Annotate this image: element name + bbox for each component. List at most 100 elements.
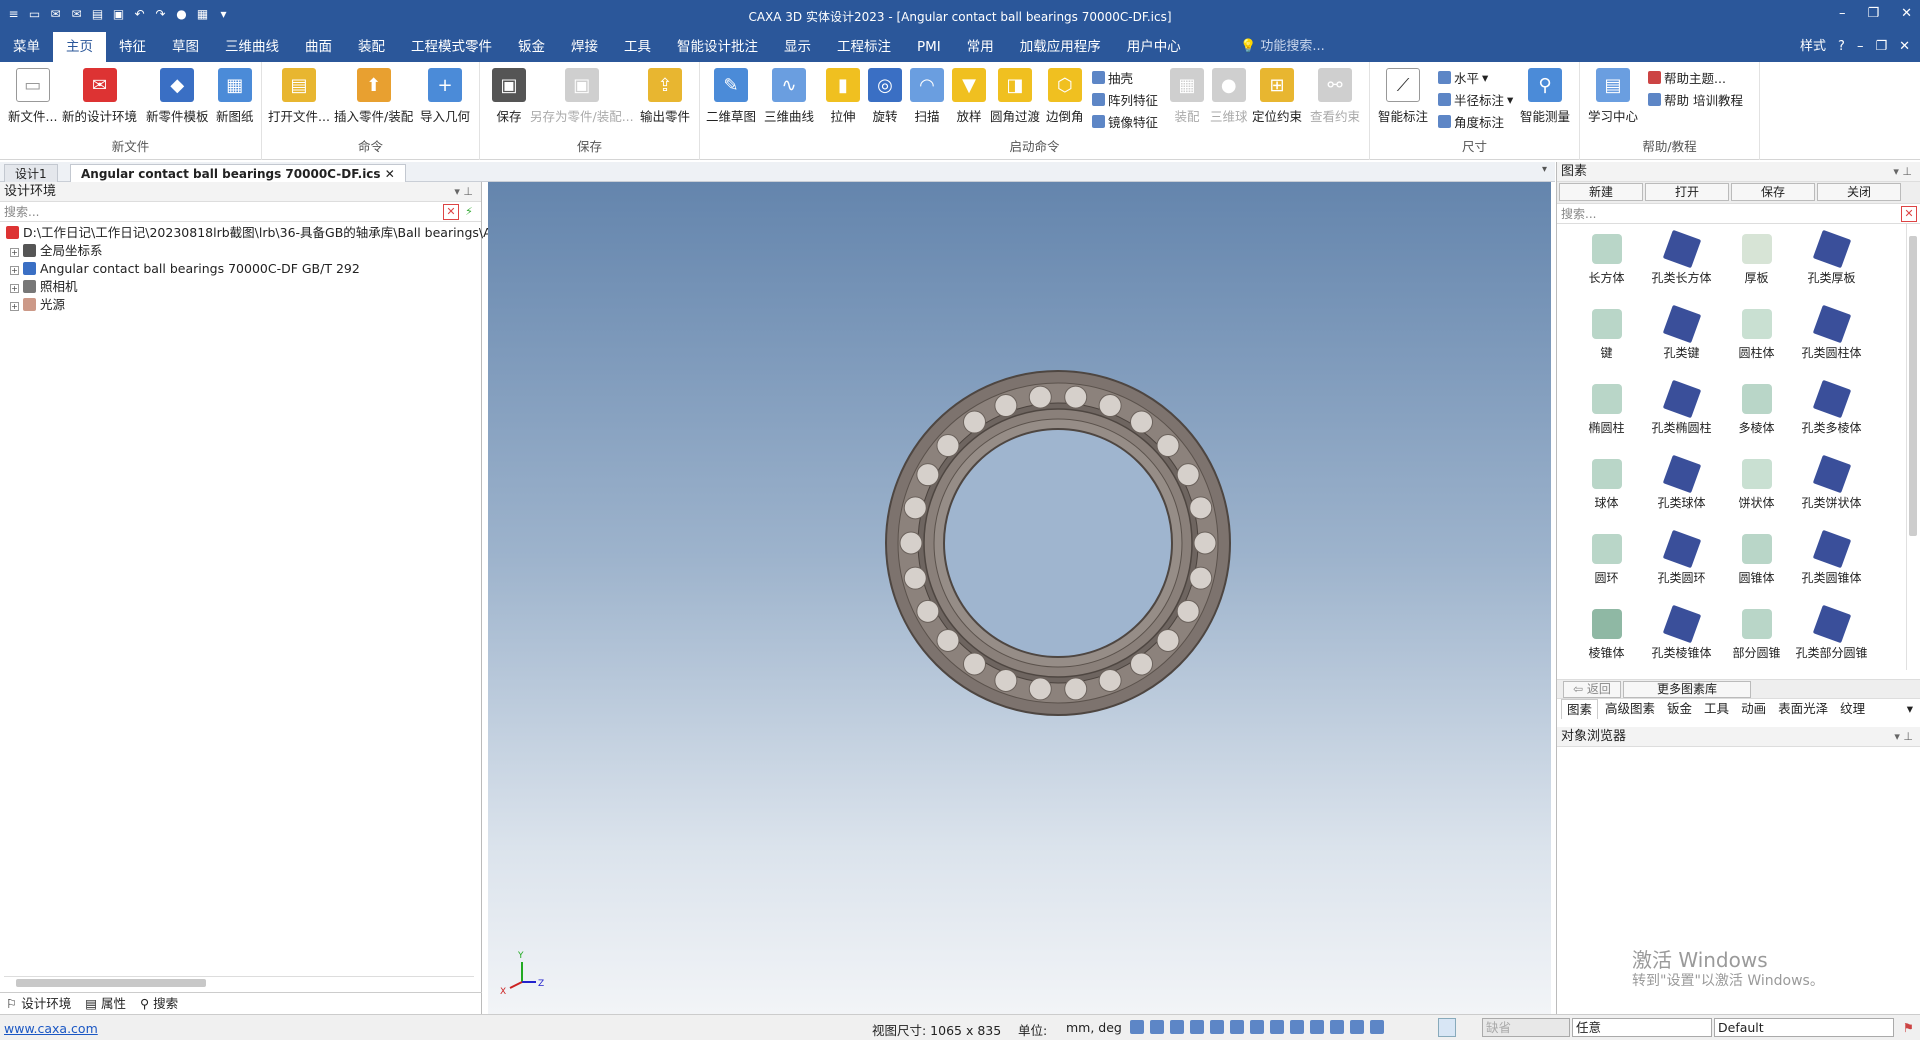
menu-tab[interactable]: 主页 xyxy=(53,32,106,62)
new-part-template-button[interactable]: ◆ 新零件模板 xyxy=(146,68,209,125)
expand-icon[interactable]: + xyxy=(10,302,19,311)
library-item[interactable]: 棱锥体 xyxy=(1569,609,1644,684)
library-item[interactable]: 孔类椭圆柱 xyxy=(1644,379,1719,459)
tab-properties[interactable]: ▤ 属性 xyxy=(85,993,126,1014)
library-item[interactable]: 键 xyxy=(1569,309,1644,384)
library-item[interactable]: 圆环 xyxy=(1569,534,1644,609)
help-icon[interactable]: ? xyxy=(1838,32,1845,62)
pin-icon[interactable]: ▾ ⊥ xyxy=(454,182,473,202)
library-tab[interactable]: 图素 xyxy=(1561,699,1599,719)
library-item[interactable]: 多棱体 xyxy=(1719,384,1794,459)
import-geometry-button[interactable]: + 导入几何 xyxy=(420,68,470,125)
clear-search-icon[interactable]: ✕ xyxy=(1901,206,1917,222)
grid-icon[interactable] xyxy=(1350,1020,1364,1034)
horizontal-dim-button[interactable]: 水平 ▾ xyxy=(1438,68,1488,87)
restore-icon[interactable]: ❐ xyxy=(1867,6,1879,21)
expand-icon[interactable]: + xyxy=(10,266,19,275)
feature-search[interactable]: 💡 功能搜索... xyxy=(1240,32,1325,62)
menu-tab[interactable]: 常用 xyxy=(954,32,1007,62)
learning-center-button[interactable]: ▤ 学习中心 xyxy=(1588,68,1638,125)
library-item[interactable]: 圆柱体 xyxy=(1719,309,1794,384)
close-icon[interactable]: ✕ xyxy=(1901,6,1912,21)
sketch-2d-button[interactable]: ✎ 二维草图 xyxy=(706,68,756,125)
menu-tab[interactable]: 加载应用程序 xyxy=(1007,32,1114,62)
3d-viewport[interactable]: Y Z X xyxy=(488,182,1551,1014)
fillet-button[interactable]: ◨ 圆角过渡 xyxy=(990,68,1040,125)
library-item[interactable]: 厚板 xyxy=(1719,234,1794,309)
loft-button[interactable]: ▼ 放样 xyxy=(952,68,986,125)
tab-search[interactable]: ⚲ 搜索 xyxy=(140,993,178,1014)
library-save-button[interactable]: 保存 xyxy=(1731,183,1815,201)
back-button[interactable]: ⇦ 返回 xyxy=(1563,681,1621,698)
library-item[interactable]: 长方体 xyxy=(1569,234,1644,309)
library-item[interactable]: 球体 xyxy=(1569,459,1644,534)
triball-button[interactable]: ● 三维球 xyxy=(1210,68,1248,125)
pattern-button[interactable]: 阵列特征 xyxy=(1092,90,1158,109)
revolve-button[interactable]: ◎ 旋转 xyxy=(868,68,902,125)
export-part-button[interactable]: ⇪ 输出零件 xyxy=(640,68,690,125)
sweep-button[interactable]: ◠ 扫描 xyxy=(910,68,944,125)
library-item[interactable]: 孔类键 xyxy=(1644,304,1719,384)
doc-restore-icon[interactable]: ❐ xyxy=(1875,32,1887,62)
wire-icon[interactable] xyxy=(1310,1020,1324,1034)
shade-icon[interactable] xyxy=(1290,1020,1304,1034)
save-as-button[interactable]: ▣ 另存为零件/装配... xyxy=(530,68,634,125)
shell-button[interactable]: 抽壳 xyxy=(1092,68,1133,87)
menu-tab[interactable]: PMI xyxy=(904,32,954,62)
angle-dim-button[interactable]: 角度标注 xyxy=(1438,112,1504,131)
radius-dim-button[interactable]: 半径标注 ▾ xyxy=(1438,90,1513,109)
view-constraint-button[interactable]: ⚯ 查看约束 xyxy=(1310,68,1360,125)
menu-tab[interactable]: 工具 xyxy=(611,32,664,62)
tree-item-camera[interactable]: + 照相机 xyxy=(0,278,481,296)
menu-tab[interactable]: 曲面 xyxy=(292,32,345,62)
expand-icon[interactable]: + xyxy=(10,284,19,293)
filter-combo[interactable]: 缺省 xyxy=(1482,1018,1570,1037)
position-constraint-button[interactable]: ⊞ 定位约束 xyxy=(1252,68,1302,125)
library-tab[interactable]: 纹理 xyxy=(1835,699,1870,719)
display-icon[interactable] xyxy=(1270,1020,1284,1034)
style-menu[interactable]: 样式 xyxy=(1800,32,1826,62)
library-new-button[interactable]: 新建 xyxy=(1559,183,1643,201)
library-open-button[interactable]: 打开 xyxy=(1645,183,1729,201)
cube-icon[interactable] xyxy=(1210,1020,1224,1034)
library-tab[interactable]: 工具 xyxy=(1699,699,1734,719)
library-item[interactable]: 孔类长方体 xyxy=(1644,229,1719,309)
zoom2-icon[interactable] xyxy=(1150,1020,1164,1034)
save-button[interactable]: ▣ 保存 xyxy=(492,68,526,125)
pointer-icon[interactable] xyxy=(1438,1018,1456,1037)
menu-tab[interactable]: 显示 xyxy=(771,32,824,62)
unit-value[interactable]: mm, deg xyxy=(1066,1020,1122,1035)
new-design-env-button[interactable]: ✉ 新的设计环境 xyxy=(62,68,137,125)
zoom-icon[interactable] xyxy=(1130,1020,1144,1034)
bearing-model[interactable] xyxy=(885,370,1231,716)
more-libraries-button[interactable]: 更多图素库 xyxy=(1623,681,1751,698)
menu-tab[interactable]: 菜单 xyxy=(0,32,53,62)
extrude-button[interactable]: ▮ 拉伸 xyxy=(826,68,860,125)
mirror-button[interactable]: 镜像特征 xyxy=(1092,112,1158,131)
hide-icon[interactable] xyxy=(1330,1020,1344,1034)
tree-item-part[interactable]: + Angular contact ball bearings 70000C-DF… xyxy=(0,260,481,278)
expand-icon[interactable]: + xyxy=(10,248,19,257)
menu-tab[interactable]: 焊接 xyxy=(558,32,611,62)
library-tab[interactable]: 动画 xyxy=(1736,699,1771,719)
tab-design-env[interactable]: ⚐ 设计环境 xyxy=(6,993,71,1014)
menu-tab[interactable]: 装配 xyxy=(345,32,398,62)
library-item[interactable]: 孔类棱锥体 xyxy=(1644,604,1719,684)
horizontal-scrollbar[interactable] xyxy=(4,976,474,988)
tree-search[interactable]: 搜索... ✕ ⚡ xyxy=(0,202,481,222)
library-tab[interactable]: 高级图素 xyxy=(1600,699,1660,719)
help-topic-button[interactable]: 帮助主题... xyxy=(1648,68,1726,87)
status-pin-icon[interactable]: ⚑ xyxy=(1903,1020,1914,1035)
light-icon[interactable] xyxy=(1250,1020,1264,1034)
library-item[interactable]: 部分圆锥 xyxy=(1719,609,1794,684)
training-button[interactable]: 帮助 培训教程 xyxy=(1648,90,1743,109)
library-tabs-more-icon[interactable]: ▾ xyxy=(1902,699,1920,719)
menu-tab[interactable]: 三维曲线 xyxy=(212,32,292,62)
menu-tab[interactable]: 特征 xyxy=(106,32,159,62)
tab-list-icon[interactable]: ▾ xyxy=(1542,164,1547,175)
section-icon[interactable] xyxy=(1230,1020,1244,1034)
selection-combo[interactable]: 任意 xyxy=(1572,1018,1712,1037)
library-item[interactable]: 孔类圆环 xyxy=(1644,529,1719,609)
menu-tab[interactable]: 工程标注 xyxy=(824,32,904,62)
tree-item-coord[interactable]: + 全局坐标系 xyxy=(0,242,481,260)
